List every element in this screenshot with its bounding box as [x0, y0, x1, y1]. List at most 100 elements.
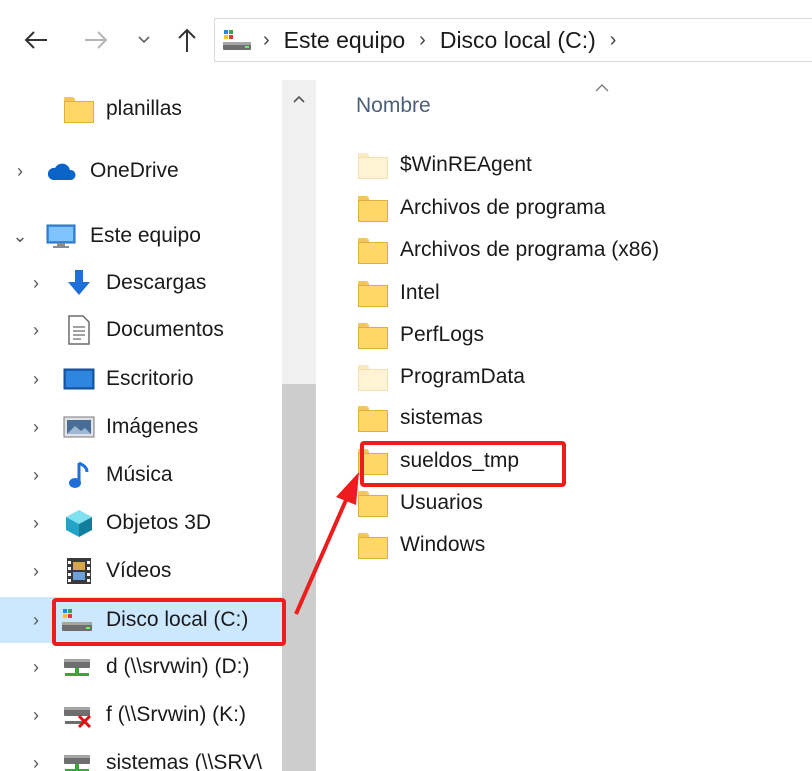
disconnected-drive-icon [60, 698, 94, 732]
file-list-pane: Nombre $WinREAgent Archivos de programa Ar… [318, 80, 812, 771]
nav-item-label: planillas [106, 97, 182, 120]
breadcrumb-separator-icon[interactable]: › [263, 29, 270, 52]
nav-item-label: Vídeos [106, 559, 172, 582]
file-name: Usuarios [400, 491, 483, 514]
chevron-right-icon[interactable]: › [10, 161, 30, 182]
file-row[interactable]: sistemas [358, 398, 483, 438]
nav-item-label: OneDrive [90, 159, 179, 182]
file-row[interactable]: Windows [358, 525, 485, 565]
chevron-up-icon [293, 95, 305, 103]
recent-locations-button[interactable] [132, 22, 156, 58]
nav-item-label: Documentos [106, 318, 224, 341]
nav-item-documentos[interactable]: › Documentos [0, 308, 282, 352]
navigation-toolbar: › Este equipo › Disco local (C:) › [0, 0, 812, 80]
address-bar[interactable]: › Este equipo › Disco local (C:) › [214, 18, 812, 62]
back-button[interactable] [14, 22, 58, 58]
nav-item-label: Descargas [106, 271, 207, 294]
up-arrow-icon [178, 28, 196, 52]
chevron-right-icon[interactable]: › [26, 369, 46, 390]
forward-arrow-icon [85, 31, 108, 49]
nav-scrollbar-thumb[interactable] [282, 384, 316, 771]
folder-icon [358, 488, 390, 518]
local-drive-icon [221, 27, 255, 53]
nav-item-este-equipo[interactable]: ⌄ Este equipo [0, 214, 282, 258]
nav-item-label: Objetos 3D [106, 511, 212, 534]
file-name: Windows [400, 533, 486, 556]
up-button[interactable] [170, 22, 204, 58]
nav-item-escritorio[interactable]: › Escritorio [0, 357, 282, 401]
file-row[interactable]: ProgramData [358, 357, 525, 397]
chevron-right-icon[interactable]: › [26, 273, 46, 294]
desktop-icon [62, 362, 96, 396]
nav-item-label: Este equipo [90, 224, 201, 247]
network-drive-icon [60, 746, 94, 771]
music-note-icon [62, 458, 96, 492]
chevron-down-icon [138, 36, 150, 44]
cube-3d-icon [62, 506, 96, 540]
breadcrumb-disco-local[interactable]: Disco local (C:) [440, 27, 596, 54]
pictures-icon [62, 410, 96, 444]
file-name: PerfLogs [400, 323, 485, 346]
nav-item-network-drive-d[interactable]: › d (\\srvwin) (D:) [0, 645, 282, 689]
file-name: Archivos de programa [400, 196, 606, 219]
nav-item-network-drive-k[interactable]: › f (\\Srvwin) (K:) [0, 693, 282, 737]
computer-icon [44, 219, 78, 253]
highlight-box-disco-local [52, 598, 286, 646]
file-row[interactable]: Archivos de programa (x86) [358, 230, 659, 270]
breadcrumb-separator-icon[interactable]: › [610, 29, 617, 52]
back-arrow-icon [24, 31, 47, 49]
file-name: ProgramData [400, 365, 525, 388]
chevron-right-icon[interactable]: › [26, 753, 46, 771]
folder-icon [358, 403, 390, 433]
chevron-right-icon[interactable]: › [26, 657, 46, 678]
chevron-right-icon[interactable]: › [26, 465, 46, 486]
nav-item-onedrive[interactable]: › OneDrive [0, 149, 282, 193]
chevron-right-icon[interactable]: › [26, 561, 46, 582]
document-icon [62, 313, 96, 347]
download-arrow-icon [62, 266, 96, 300]
nav-item-label: Música [106, 463, 173, 486]
file-row[interactable]: PerfLogs [358, 315, 484, 355]
chevron-right-icon[interactable]: › [26, 610, 46, 631]
chevron-right-icon[interactable]: › [26, 513, 46, 534]
folder-icon [358, 530, 390, 560]
folder-icon [358, 193, 390, 223]
cloud-icon [44, 154, 78, 188]
network-drive-icon [60, 650, 94, 684]
nav-item-network-drive-sistemas[interactable]: › sistemas (\\SRV\ [0, 741, 282, 771]
nav-item-objetos-3d[interactable]: › Objetos 3D [0, 501, 282, 545]
folder-icon [358, 362, 390, 392]
folder-icon [62, 92, 96, 126]
nav-item-imagenes[interactable]: › Imágenes [0, 405, 282, 449]
folder-icon [358, 150, 390, 180]
nav-item-planillas[interactable]: planillas [0, 87, 282, 131]
breadcrumb-separator-icon[interactable]: › [419, 29, 426, 52]
file-row[interactable]: Intel [358, 273, 440, 313]
chevron-down-icon[interactable]: ⌄ [10, 226, 30, 247]
chevron-right-icon[interactable]: › [26, 320, 46, 341]
chevron-right-icon[interactable]: › [26, 417, 46, 438]
navigation-pane: planillas › OneDrive ⌄ Este equipo › Des… [0, 80, 282, 771]
film-icon [62, 554, 96, 588]
column-header-nombre[interactable]: Nombre [356, 94, 431, 118]
nav-item-musica[interactable]: › Música [0, 453, 282, 497]
forward-button[interactable] [76, 22, 116, 58]
folder-icon [358, 235, 390, 265]
nav-item-label: sistemas (\\SRV\ [106, 751, 262, 771]
nav-item-descargas[interactable]: › Descargas [0, 261, 282, 305]
file-row[interactable]: Archivos de programa [358, 188, 605, 228]
sort-ascending-icon [594, 80, 610, 98]
file-name: Archivos de programa (x86) [400, 238, 660, 261]
nav-item-label: d (\\srvwin) (D:) [106, 655, 250, 678]
nav-item-label: Escritorio [106, 367, 194, 390]
breadcrumb-este-equipo[interactable]: Este equipo [284, 27, 405, 54]
scroll-up-button[interactable] [282, 84, 316, 114]
nav-item-label: f (\\Srvwin) (K:) [106, 703, 246, 726]
chevron-right-icon[interactable]: › [26, 705, 46, 726]
folder-icon [358, 278, 390, 308]
nav-item-videos[interactable]: › Vídeos [0, 549, 282, 593]
file-row[interactable]: Usuarios [358, 483, 483, 523]
nav-item-label: Imágenes [106, 415, 199, 438]
highlight-box-sueldos-tmp [360, 441, 566, 487]
file-row[interactable]: $WinREAgent [358, 145, 532, 185]
